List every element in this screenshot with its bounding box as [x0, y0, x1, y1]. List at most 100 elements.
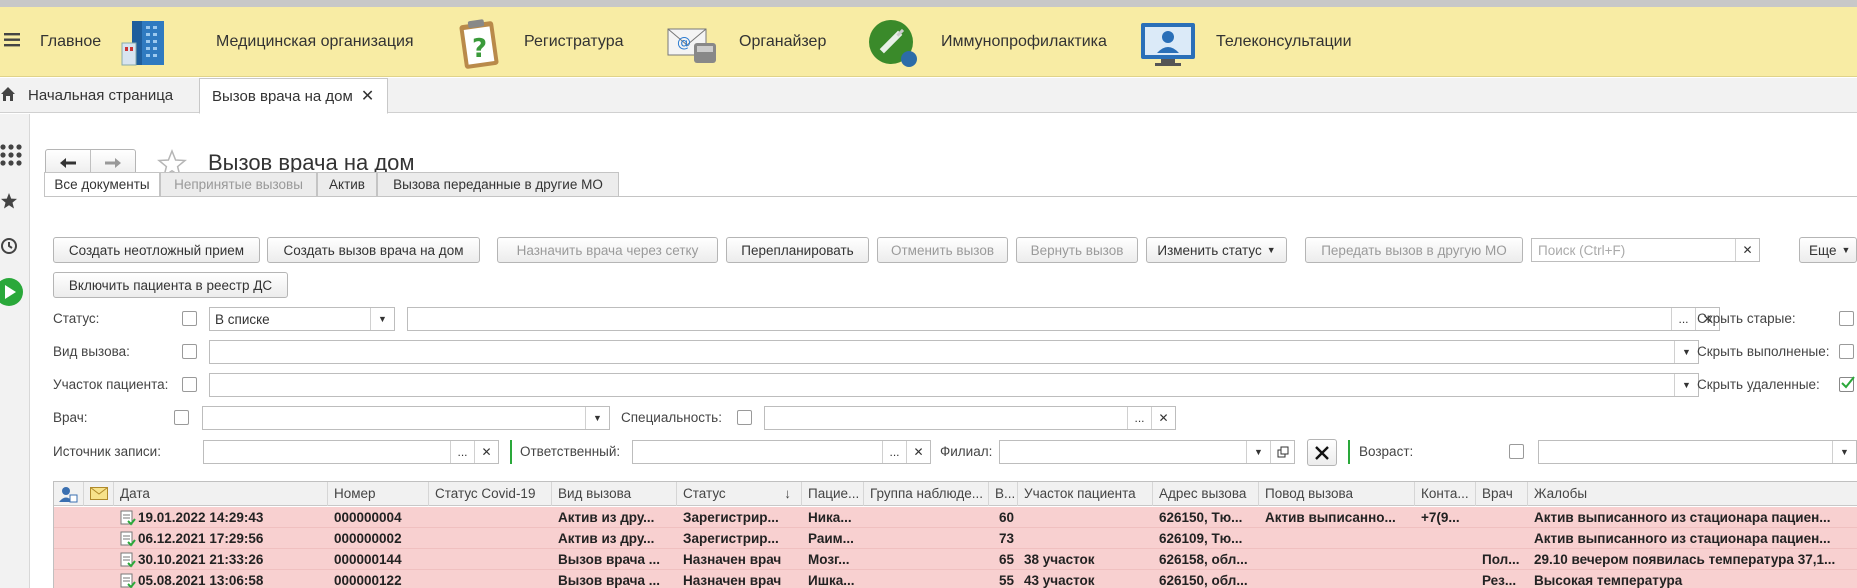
create-home-call-button[interactable]: Создать вызов врача на дом — [267, 237, 480, 263]
nav-item-main[interactable]: Главное — [4, 7, 101, 77]
cell-complaint: Актив выписанного из стационара пациен..… — [1534, 510, 1831, 525]
source-label: Источник записи: — [53, 444, 161, 459]
table-row[interactable]: 05.08.2021 13:06:58 000000122 Вызов врач… — [54, 570, 1857, 588]
hide-old-checkbox[interactable] — [1839, 311, 1854, 326]
open-window-icon[interactable] — [1270, 441, 1294, 463]
column-status[interactable]: Статус ↓ — [677, 482, 802, 506]
cell-address: 626150, Тю... — [1159, 510, 1243, 525]
column-number[interactable]: Номер — [328, 482, 429, 506]
age-select[interactable]: ▼ — [1538, 440, 1857, 464]
tab-home-page[interactable]: Начальная страница — [0, 78, 173, 113]
assign-doctor-button[interactable]: Назначить врача через сетку — [497, 237, 718, 263]
age-label: Возраст: — [1359, 444, 1414, 459]
transfer-call-button[interactable]: Передать вызов в другую МО — [1305, 237, 1523, 263]
chevron-down-icon[interactable]: ▼ — [1674, 341, 1698, 363]
doctor-checkbox[interactable] — [174, 410, 189, 425]
return-call-button[interactable]: Вернуть вызов — [1016, 237, 1138, 263]
specialty-field[interactable]: ... ✕ — [764, 406, 1176, 430]
table-row[interactable]: 19.01.2022 14:29:43 000000004 Актив из д… — [54, 507, 1857, 528]
column-complaints[interactable]: Жалобы — [1528, 482, 1857, 506]
column-covid-status[interactable]: Статус Covid-19 — [429, 482, 552, 506]
doctor-avatar-icon[interactable] — [54, 482, 84, 506]
clear-icon[interactable]: ✕ — [906, 441, 930, 463]
status-filter-checkbox[interactable] — [182, 311, 197, 326]
cell-date: 06.12.2021 17:29:56 — [138, 531, 264, 546]
hide-deleted-checkbox[interactable] — [1839, 376, 1855, 392]
nav-item-organizer[interactable]: Органайзер — [739, 7, 826, 77]
nav-item-immunoprophylaxis[interactable]: Иммунопрофилактика — [941, 7, 1107, 77]
cell-status: Назначен врач — [683, 552, 782, 567]
call-type-checkbox[interactable] — [182, 344, 197, 359]
change-status-button[interactable]: Изменить статус ▼ — [1146, 237, 1287, 263]
responsible-label: Ответственный: — [520, 444, 621, 459]
district-select[interactable]: ▼ — [209, 373, 1699, 397]
apps-grid-icon[interactable] — [0, 144, 22, 169]
create-urgent-button[interactable]: Создать неотложный прием — [53, 237, 260, 263]
source-field[interactable]: ... ✕ — [203, 440, 499, 464]
doctor-select[interactable]: ▼ — [202, 406, 610, 430]
cell-call-type: Актив из дру... — [558, 510, 655, 525]
tab-all-documents[interactable]: Все документы — [44, 172, 160, 197]
column-observation-group[interactable]: Группа наблюде... — [864, 482, 989, 506]
responsible-field[interactable]: ... ✕ — [632, 440, 931, 464]
cancel-call-button[interactable]: Отменить вызов — [877, 237, 1008, 263]
chevron-down-icon[interactable]: ▼ — [1246, 441, 1270, 463]
select-dots-icon[interactable]: ... — [450, 441, 474, 463]
column-age[interactable]: В... — [989, 482, 1018, 506]
chevron-down-icon[interactable]: ▼ — [1674, 374, 1698, 396]
status-mode-select[interactable]: В списке ▼ — [209, 307, 395, 331]
search-input[interactable]: Поиск (Ctrl+F) ✕ — [1531, 238, 1760, 262]
specialty-checkbox[interactable] — [737, 410, 752, 425]
chevron-down-icon[interactable]: ▼ — [370, 308, 394, 330]
column-doctor[interactable]: Врач — [1476, 482, 1528, 506]
column-contact[interactable]: Конта... — [1415, 482, 1476, 506]
tab-home-call[interactable]: Вызов врача на дом ✕ — [199, 78, 388, 114]
select-dots-icon[interactable]: ... — [882, 441, 906, 463]
column-call-type[interactable]: Вид вызова — [552, 482, 677, 506]
table-row[interactable]: 06.12.2021 17:29:56 000000002 Актив из д… — [54, 528, 1857, 549]
age-checkbox[interactable] — [1509, 444, 1524, 459]
column-district[interactable]: Участок пациента — [1018, 482, 1153, 506]
column-address[interactable]: Адрес вызова — [1153, 482, 1259, 506]
district-checkbox[interactable] — [182, 377, 197, 392]
column-reason[interactable]: Повод вызова — [1259, 482, 1415, 506]
nav-item-teleconsultations[interactable]: Телеконсультации — [1216, 7, 1352, 77]
clear-icon[interactable]: ✕ — [474, 441, 498, 463]
history-clock-icon[interactable] — [0, 237, 18, 258]
cell-age: 65 — [998, 552, 1014, 567]
call-type-select[interactable]: ▼ — [209, 340, 1699, 364]
cell-doctor: Рез... — [1482, 573, 1517, 588]
branch-label: Филиал: — [940, 444, 993, 459]
table-row[interactable]: 30.10.2021 21:33:26 000000144 Вызов врач… — [54, 549, 1857, 570]
nav-item-medical-organization[interactable]: Медицинская организация — [216, 7, 414, 77]
cell-complaint: 29.10 вечером появилась температура 37,1… — [1534, 552, 1836, 567]
nav-item-registry[interactable]: Регистратура — [524, 7, 624, 77]
cell-doctor: Пол... — [1482, 552, 1520, 567]
favorites-star-icon[interactable] — [0, 192, 18, 213]
hide-done-checkbox[interactable] — [1839, 344, 1854, 359]
clear-search-icon[interactable]: ✕ — [1735, 239, 1759, 261]
tab-unaccepted-calls[interactable]: Непринятые вызовы — [160, 172, 317, 197]
clear-icon[interactable]: ✕ — [1151, 407, 1175, 429]
tab-active[interactable]: Актив — [317, 172, 377, 197]
select-dots-icon[interactable]: ... — [1671, 308, 1695, 330]
tab-transferred-calls[interactable]: Вызова переданные в другие МО — [377, 172, 619, 197]
sort-arrow-icon: ↓ — [784, 486, 791, 501]
column-patient[interactable]: Пацие... — [802, 482, 864, 506]
chevron-down-icon[interactable]: ▼ — [1832, 441, 1856, 463]
play-circle-icon[interactable] — [0, 277, 24, 310]
more-button[interactable]: Еще ▼ — [1799, 237, 1857, 263]
chevron-down-icon[interactable]: ▼ — [585, 407, 609, 429]
menu-icon[interactable] — [4, 32, 20, 52]
envelope-icon[interactable] — [84, 482, 114, 506]
include-registry-button[interactable]: Включить пациента в реестр ДС — [53, 272, 288, 298]
select-dots-icon[interactable]: ... — [1127, 407, 1151, 429]
status-value-field[interactable]: ... ✕ — [407, 307, 1720, 331]
cell-call-type: Актив из дру... — [558, 531, 655, 546]
close-icon[interactable]: ✕ — [361, 86, 374, 106]
clear-all-button[interactable] — [1307, 439, 1337, 466]
cell-doctor — [1476, 528, 1482, 549]
branch-select[interactable]: ▼ — [999, 440, 1295, 464]
column-date[interactable]: Дата — [114, 482, 328, 506]
reschedule-button[interactable]: Перепланировать — [726, 237, 869, 263]
